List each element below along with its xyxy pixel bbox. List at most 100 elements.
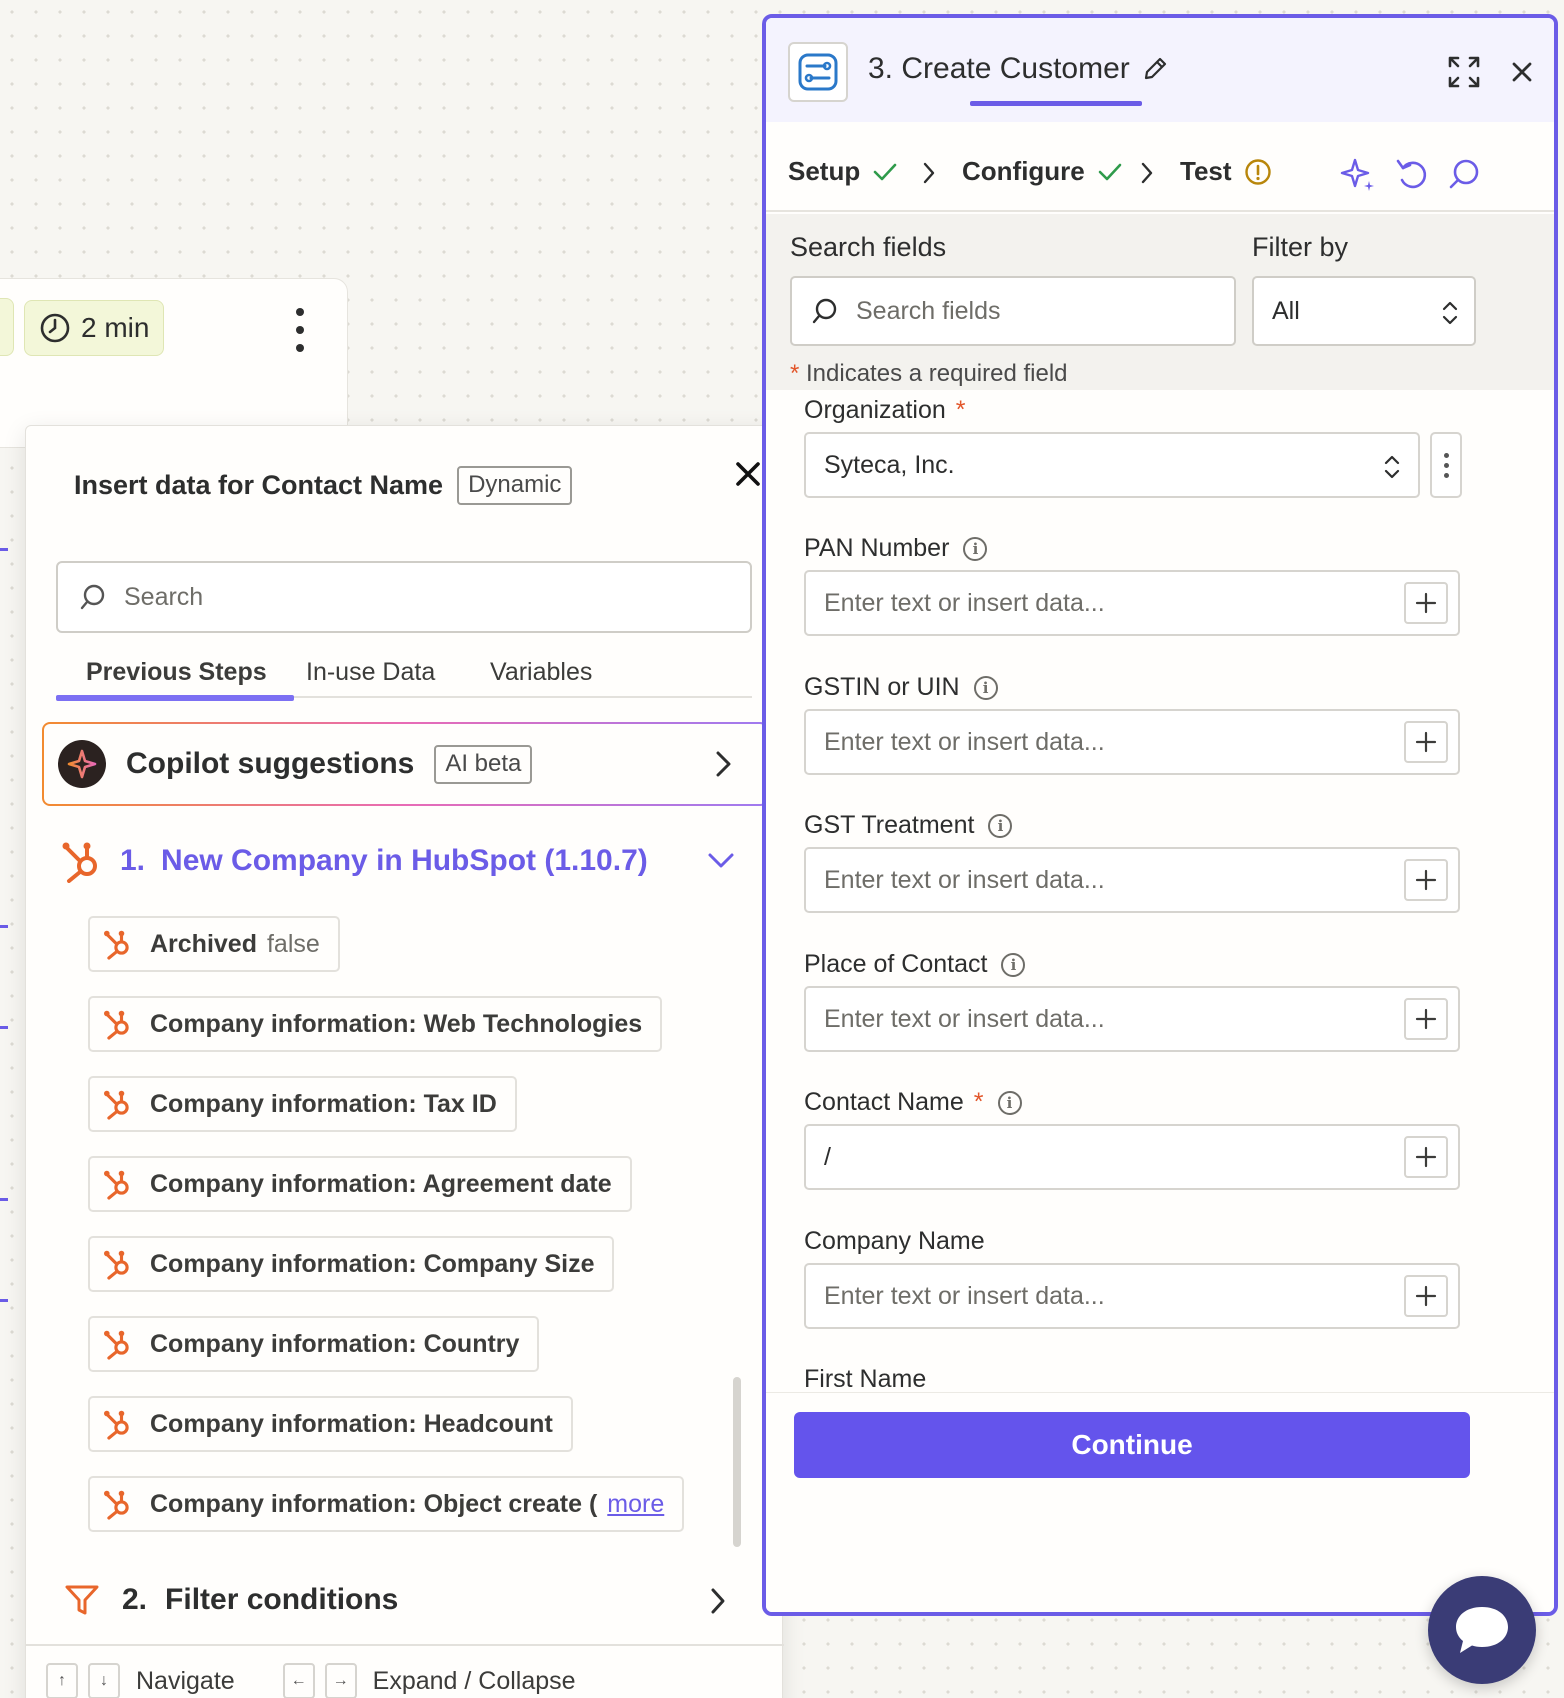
wizard-steps: Setup Configure Test: [766, 122, 1554, 212]
popover-title: Insert data for Contact Name Dynamic: [74, 466, 573, 505]
close-icon[interactable]: [1506, 56, 1538, 88]
more-link[interactable]: more: [607, 1490, 664, 1519]
connector-line: [0, 1198, 8, 1201]
place-of-contact-field[interactable]: Enter text or insert data...: [804, 986, 1460, 1052]
wizard-step-test[interactable]: Test: [1180, 156, 1272, 187]
tab-variables[interactable]: Variables: [490, 658, 592, 687]
continue-button[interactable]: Continue: [794, 1412, 1470, 1478]
step-2-title: Filter conditions: [165, 1583, 399, 1616]
step-2-header[interactable]: 2. Filter conditions: [64, 1574, 398, 1626]
contact-name-field[interactable]: /: [804, 1124, 1460, 1190]
pill-value: false: [266, 929, 320, 958]
undo-icon[interactable]: [1394, 156, 1430, 192]
data-source-tabs: Previous Steps In-use Data Variables: [56, 658, 752, 698]
plus-icon[interactable]: [1404, 1275, 1448, 1317]
filter-by-select[interactable]: All: [1252, 276, 1476, 346]
data-pill-web-technologies[interactable]: Company information: Web Technologies: [88, 996, 663, 1052]
field-placeholder: Enter text or insert data...: [824, 865, 1105, 894]
wizard-step-label: Configure: [962, 156, 1085, 186]
plus-icon[interactable]: [1404, 582, 1448, 624]
data-pill-headcount[interactable]: Company information: Headcount: [88, 1396, 573, 1452]
info-icon[interactable]: i: [988, 813, 1013, 838]
wizard-step-label: Setup: [788, 156, 861, 186]
required-star: *: [955, 396, 966, 424]
organization-select[interactable]: Syteca, Inc.: [804, 432, 1420, 498]
step-1-header[interactable]: 1. New Company in HubSpot (1.10.7): [62, 836, 648, 886]
expand-icon[interactable]: [1446, 54, 1482, 90]
gstin-field[interactable]: Enter text or insert data...: [804, 709, 1460, 775]
ai-sparkle-icon[interactable]: [1340, 156, 1376, 192]
data-pill-country[interactable]: Company information: Country: [88, 1316, 540, 1372]
chevron-down-icon[interactable]: [706, 848, 736, 872]
step-2-number: 2.: [122, 1583, 148, 1616]
field-label-text: PAN Number: [804, 534, 950, 562]
pill-label: Archived: [150, 929, 257, 958]
chevron-right-icon: [1141, 162, 1153, 184]
field-label-text: Place of Contact: [804, 950, 988, 978]
duration-badge: 2 min: [24, 300, 165, 356]
data-pill-archived[interactable]: Archived false: [88, 916, 340, 972]
filter-icon: [65, 1585, 99, 1615]
pencil-icon[interactable]: [1142, 56, 1168, 82]
company-name-field[interactable]: Enter text or insert data...: [804, 1263, 1460, 1329]
search-fields-field[interactable]: [790, 276, 1236, 346]
more-vertical-icon[interactable]: [288, 308, 312, 352]
search-fields-input[interactable]: [856, 296, 1216, 326]
popover-title-text: Insert data for Contact Name: [74, 470, 444, 500]
info-icon[interactable]: i: [1001, 952, 1026, 977]
chat-button[interactable]: [1428, 1576, 1536, 1684]
pill-label: Company information: Country: [150, 1329, 520, 1358]
tab-in-use-data[interactable]: In-use Data: [306, 658, 435, 687]
pill-label: Company information: Tax ID: [150, 1089, 497, 1118]
field-label-text: GST Treatment: [804, 811, 975, 839]
updown-icon: [1442, 301, 1458, 325]
plus-icon[interactable]: [1404, 1136, 1448, 1178]
step-1-number: 1.: [120, 844, 146, 877]
field-label-text: Company Name: [804, 1227, 985, 1255]
info-icon[interactable]: i: [973, 675, 998, 700]
data-pill-tax-id[interactable]: Company information: Tax ID: [88, 1076, 517, 1132]
data-pill-object-create[interactable]: Company information: Object create ( mor…: [88, 1476, 685, 1532]
active-step-indicator: [970, 101, 1142, 106]
ai-beta-tag: AI beta: [434, 744, 533, 784]
info-icon[interactable]: i: [997, 1090, 1022, 1115]
panel-title-text: 3. Create Customer: [868, 52, 1130, 85]
filter-by-label: Filter by: [1252, 232, 1349, 262]
panel-title[interactable]: 3. Create Customer: [868, 52, 1168, 86]
required-note-text: Indicates a required field: [806, 360, 1068, 387]
chat-icon: [1456, 1607, 1508, 1653]
data-pill-company-size[interactable]: Company information: Company Size: [88, 1236, 615, 1292]
pill-label: Company information: Agreement date: [150, 1169, 612, 1198]
pan-number-label: PAN Number i: [804, 534, 988, 563]
hubspot-icon: [104, 1410, 129, 1440]
required-star: *: [973, 1088, 984, 1116]
updown-icon: [1384, 455, 1400, 479]
wizard-step-configure[interactable]: Configure: [962, 156, 1123, 187]
copilot-suggestions-row[interactable]: Copilot suggestions AI beta: [42, 722, 768, 806]
list-scrollbar[interactable]: [733, 1377, 741, 1547]
wizard-step-setup[interactable]: Setup: [788, 156, 898, 187]
organization-more-button[interactable]: [1430, 432, 1462, 498]
expand-collapse-hint: Expand / Collapse: [372, 1666, 576, 1695]
pill-label: Company information: Web Technologies: [150, 1009, 643, 1038]
comment-icon[interactable]: [1446, 156, 1482, 192]
plus-icon[interactable]: [1404, 859, 1448, 901]
hubspot-icon: [104, 1010, 129, 1040]
tab-previous-steps[interactable]: Previous Steps: [86, 658, 267, 687]
check-icon: [1098, 163, 1122, 180]
pan-number-field[interactable]: Enter text or insert data...: [804, 570, 1460, 636]
chevron-right-icon[interactable]: [706, 1586, 730, 1616]
gst-treatment-field[interactable]: Enter text or insert data...: [804, 847, 1460, 913]
info-icon[interactable]: i: [963, 536, 988, 561]
required-star: *: [790, 360, 800, 387]
connector-line: [0, 1299, 8, 1302]
plus-icon[interactable]: [1404, 721, 1448, 763]
plus-icon[interactable]: [1404, 998, 1448, 1040]
chevron-right-icon: [923, 162, 935, 184]
search-icon: [812, 298, 837, 324]
data-pill-agreement-date[interactable]: Company information: Agreement date: [88, 1156, 632, 1212]
data-search-field[interactable]: [56, 561, 752, 633]
field-placeholder: Enter text or insert data...: [824, 1281, 1105, 1310]
data-search-input[interactable]: [124, 582, 684, 612]
step-1-title: New Company in HubSpot (1.10.7): [161, 844, 648, 877]
